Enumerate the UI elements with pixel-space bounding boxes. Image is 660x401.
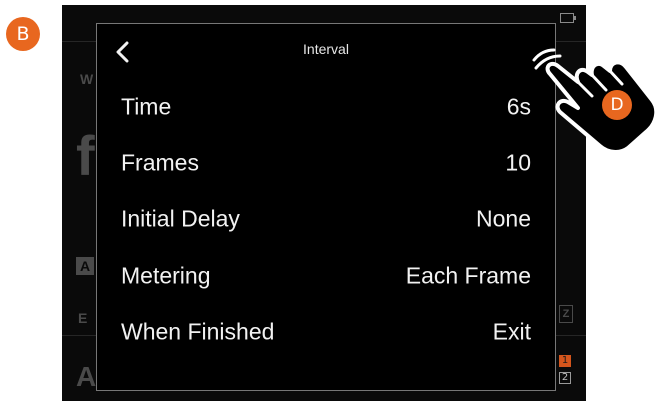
camera-screen: f W A E A Z 1 2 Interval Time 6s Frames …: [62, 5, 586, 401]
callout-badge-b: B: [6, 17, 40, 51]
menu-row-initial-delay[interactable]: Initial Delay None: [97, 195, 555, 243]
interval-menu-panel: Interval Time 6s Frames 10 Initial Delay…: [96, 23, 556, 391]
menu-row-label: Frames: [121, 149, 199, 176]
background-glyph: Z: [559, 305, 573, 323]
menu-row-frames[interactable]: Frames 10: [97, 139, 555, 187]
battery-icon: [560, 13, 576, 23]
menu-row-value: None: [476, 205, 531, 232]
menu-row-metering[interactable]: Metering Each Frame: [97, 252, 555, 300]
frame-counter-1: 1: [559, 355, 571, 367]
menu-row-value: Each Frame: [405, 262, 531, 289]
background-glyph: W: [80, 71, 94, 87]
background-glyph: E: [78, 310, 88, 326]
frame-counter-2: 2: [559, 372, 571, 384]
menu-row-label: Initial Delay: [121, 205, 240, 232]
menu-row-value: Exit: [492, 318, 531, 345]
background-glyph: A: [76, 257, 94, 275]
menu-row-label: Metering: [121, 262, 211, 289]
menu-row-label: Time: [121, 93, 172, 120]
background-glyph: f: [76, 124, 95, 187]
pointing-hand-icon: [532, 48, 659, 154]
callout-badge-d: D: [602, 90, 632, 120]
background-glyph: A: [76, 361, 97, 392]
menu-row-when-finished[interactable]: When Finished Exit: [97, 308, 555, 356]
menu-row-time[interactable]: Time 6s: [97, 83, 555, 131]
panel-title: Interval: [303, 41, 349, 57]
menu-row-label: When Finished: [121, 318, 275, 345]
